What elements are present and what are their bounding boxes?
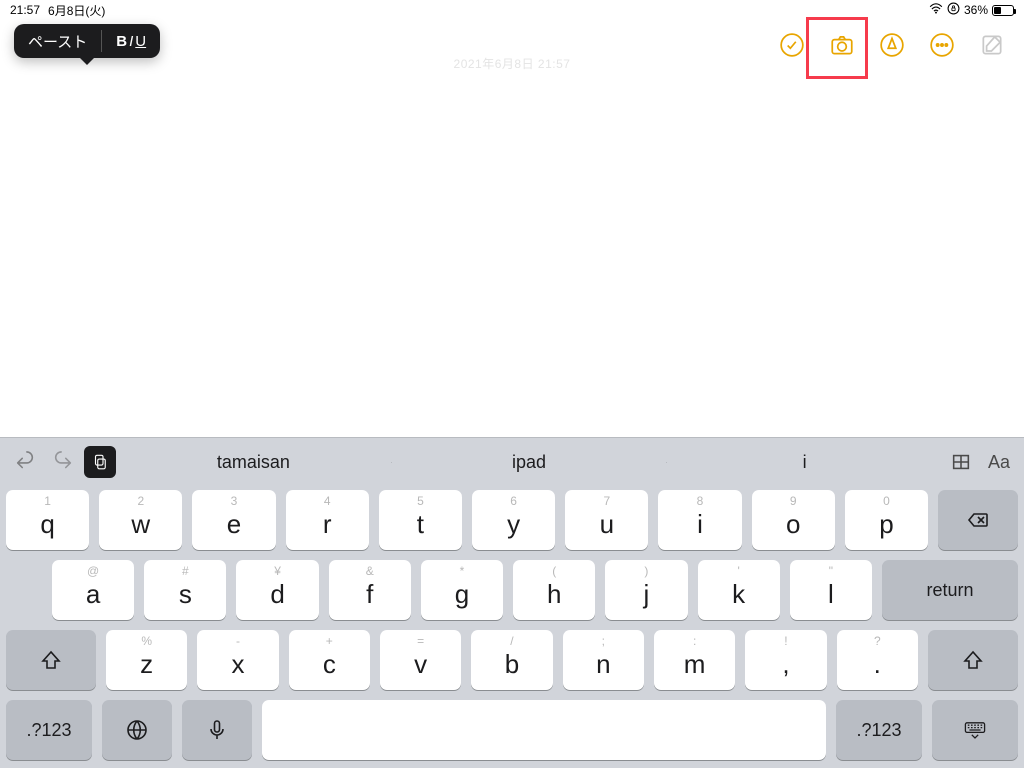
numsym-key-left[interactable]: .?123 <box>6 700 92 760</box>
suggestion-3[interactable]: i <box>667 452 942 473</box>
edit-menu-popover: ペースト B I U <box>14 24 160 58</box>
space-key[interactable] <box>262 700 826 760</box>
key-x[interactable]: -x <box>197 630 278 690</box>
key-f[interactable]: &f <box>329 560 411 620</box>
note-timestamp: 2021年6月8日 21:57 <box>0 55 1024 72</box>
key-t[interactable]: 5t <box>379 490 462 550</box>
key-b[interactable]: /b <box>471 630 552 690</box>
return-key[interactable]: return <box>882 560 1018 620</box>
shift-key-left[interactable] <box>6 630 96 690</box>
key-z[interactable]: %z <box>106 630 187 690</box>
key-,[interactable]: !, <box>745 630 826 690</box>
key-u[interactable]: 7u <box>565 490 648 550</box>
key-o[interactable]: 9o <box>752 490 835 550</box>
text-format-button[interactable]: Aa <box>980 442 1018 482</box>
key-m[interactable]: :m <box>654 630 735 690</box>
key-v[interactable]: =v <box>380 630 461 690</box>
status-bar: 21:57 6月8日(火) 36% <box>0 0 1024 20</box>
onscreen-keyboard: tamaisan ipad i Aa 1q2w3e4r5t6y7u8i9o0p … <box>0 437 1024 768</box>
bold-indicator: B <box>116 33 127 50</box>
key-.[interactable]: ?. <box>837 630 918 690</box>
key-k[interactable]: 'k <box>698 560 780 620</box>
key-c[interactable]: +c <box>289 630 370 690</box>
underline-indicator: U <box>135 33 146 50</box>
key-y[interactable]: 6y <box>472 490 555 550</box>
battery-percent: 36% <box>964 3 988 17</box>
key-s[interactable]: #s <box>144 560 226 620</box>
key-a[interactable]: @a <box>52 560 134 620</box>
hide-keyboard-key[interactable] <box>932 700 1018 760</box>
key-q[interactable]: 1q <box>6 490 89 550</box>
key-g[interactable]: *g <box>421 560 503 620</box>
suggestion-1[interactable]: tamaisan <box>116 452 391 473</box>
clipboard-button[interactable] <box>82 442 116 482</box>
key-w[interactable]: 2w <box>99 490 182 550</box>
globe-key[interactable] <box>102 700 172 760</box>
key-e[interactable]: 3e <box>192 490 275 550</box>
dictation-key[interactable] <box>182 700 252 760</box>
suggestion-2[interactable]: ipad <box>392 452 667 473</box>
orientation-lock-icon <box>947 2 960 18</box>
undo-button[interactable] <box>6 442 44 482</box>
key-d[interactable]: ¥d <box>236 560 318 620</box>
table-button[interactable] <box>942 442 980 482</box>
key-h[interactable]: (h <box>513 560 595 620</box>
shift-key-right[interactable] <box>928 630 1018 690</box>
redo-button[interactable] <box>44 442 82 482</box>
backspace-key[interactable] <box>938 490 1018 550</box>
key-r[interactable]: 4r <box>286 490 369 550</box>
key-l[interactable]: "l <box>790 560 872 620</box>
key-i[interactable]: 8i <box>658 490 741 550</box>
paste-menu-item[interactable]: ペースト <box>14 24 101 58</box>
numsym-key-right[interactable]: .?123 <box>836 700 922 760</box>
status-time: 21:57 <box>10 3 40 17</box>
key-p[interactable]: 0p <box>845 490 928 550</box>
wifi-icon <box>929 3 943 17</box>
key-n[interactable]: ;n <box>563 630 644 690</box>
suggestion-bar: tamaisan ipad i Aa <box>0 438 1024 486</box>
format-biu-menu-item[interactable]: B I U <box>102 24 160 58</box>
italic-indicator: I <box>129 33 133 50</box>
battery-icon <box>992 5 1014 16</box>
status-date: 6月8日(火) <box>48 2 105 19</box>
key-j[interactable]: )j <box>605 560 687 620</box>
